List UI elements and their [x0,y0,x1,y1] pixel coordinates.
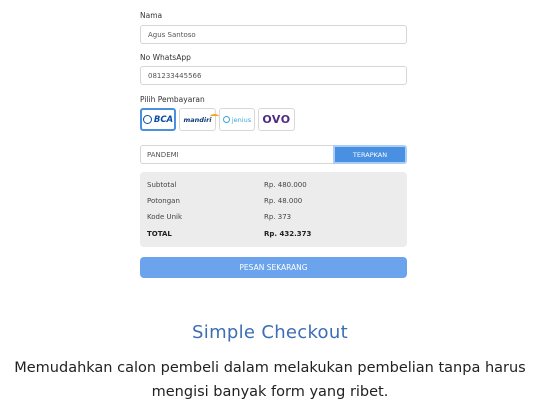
summary-row-discount: Potongan Rp. 48.000 [147,197,402,207]
order-now-button[interactable]: PESAN SEKARANG [140,257,407,278]
bca-logo-icon: BCA [142,115,173,125]
feature-description-line-2: mengisi banyak form yang ribet. [151,384,389,400]
summary-label: Subtotal [147,181,177,189]
mandiri-logo-icon: mandiri [183,113,219,124]
feature-description: Memudahkan calon pembeli dalam melakukan… [0,356,540,404]
payment-option-ovo[interactable]: OVO [258,108,295,131]
feature-title: Simple Checkout [192,322,348,343]
summary-value: Rp. 48.000 [264,197,303,205]
summary-row-total: TOTAL Rp. 432.373 [147,230,402,240]
payment-option-mandiri[interactable]: mandiri [179,108,219,131]
summary-label: Potongan [147,197,180,205]
ovo-logo-icon: OVO [262,113,291,126]
payment-option-bca[interactable]: BCA [140,108,176,131]
summary-value: Rp. 373 [264,213,292,221]
whatsapp-label: No WhatsApp [140,53,191,62]
apply-promo-button[interactable]: TERAPKAN [333,145,407,164]
payment-label: Pilih Pembayaran [140,95,205,104]
order-summary: Subtotal Rp. 480.000 Potongan Rp. 48.000… [140,172,407,247]
whatsapp-field[interactable]: 081233445566 [140,66,407,85]
jenius-logo-icon: jenius [222,116,251,124]
summary-label: TOTAL [147,230,172,238]
payment-option-jenius[interactable]: jenius [219,108,255,131]
summary-value: Rp. 480.000 [264,181,307,189]
feature-description-line-1: Memudahkan calon pembeli dalam melakukan… [14,360,526,376]
summary-label: Kode Unik [147,213,183,221]
summary-value: Rp. 432.373 [264,230,312,238]
summary-row-subtotal: Subtotal Rp. 480.000 [147,181,402,191]
promo-code-input[interactable]: PANDEMI [140,145,334,164]
name-field[interactable]: Agus Santoso [140,25,407,44]
summary-row-unique-code: Kode Unik Rp. 373 [147,213,402,223]
name-label: Nama [140,11,163,20]
